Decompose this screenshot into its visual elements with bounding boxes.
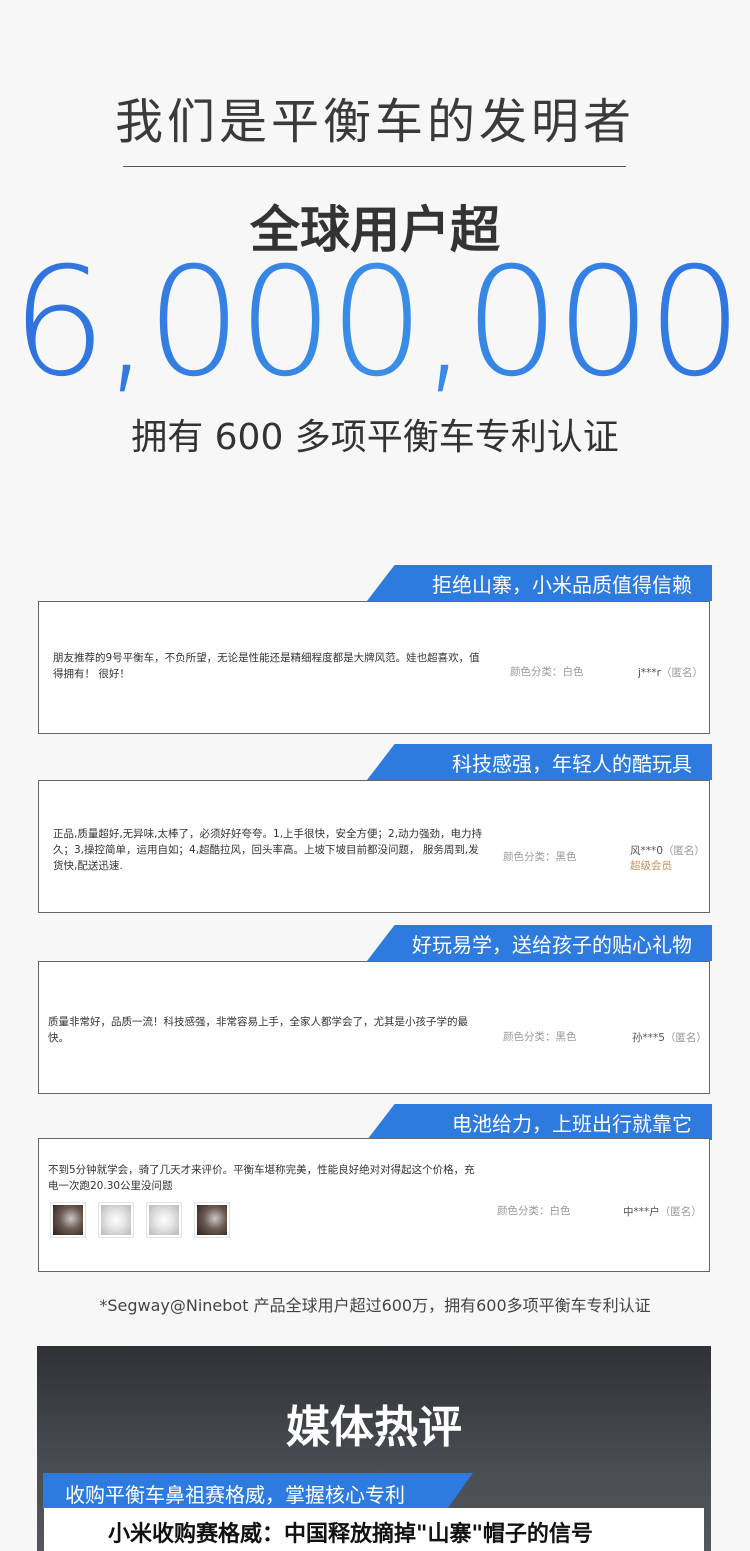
article-headline[interactable]: 小米收购赛格威：中国释放摘掉"山寨"帽子的信号 — [108, 1516, 593, 1548]
review-user: j***r（匿名） — [638, 667, 703, 679]
media-banner-label: 收购平衡车鼻祖赛格威，掌握核心专利 — [65, 1483, 405, 1507]
review-banner-label: 电池给力，上班出行就靠它 — [452, 1112, 692, 1136]
review-photo[interactable] — [50, 1202, 86, 1238]
review-banner: 科技感强，年轻人的酷玩具 — [367, 744, 712, 780]
review-photo[interactable] — [194, 1202, 230, 1238]
review-banner-label: 好玩易学，送给孩子的贴心礼物 — [412, 933, 692, 957]
patent-text: 拥有 600 多项平衡车专利认证 — [131, 417, 619, 458]
review-banner: 拒绝山寨，小米品质值得信赖 — [367, 565, 712, 601]
review-banner: 好玩易学，送给孩子的贴心礼物 — [367, 925, 712, 961]
review-user: 孙***5（匿名） — [632, 1032, 707, 1044]
review-photo[interactable] — [146, 1202, 182, 1238]
hero-title: 我们是平衡车的发明者 — [114, 94, 635, 150]
vip-badge: 超级会员 — [630, 860, 672, 872]
review-color: 颜色分类：白色 — [510, 666, 584, 678]
review-text: 质量非常好，品质一流！科技感强，非常容易上手，全家人都学会了，尤其是小孩子学的最… — [48, 1016, 468, 1044]
media-title: 媒体热评 — [286, 1402, 462, 1453]
review-color: 颜色分类：黑色 — [503, 851, 577, 863]
review-text: 正品,质量超好,无异味,太棒了，必须好好夸夸。1,上手很快，安全方便；2,动力强… — [53, 828, 483, 872]
review-user: 中***户（匿名） — [623, 1206, 702, 1218]
review-text: 不到5分钟就学会，骑了几天才来评价。平衡车堪称完美，性能良好绝对对得起这个价格，… — [48, 1164, 475, 1192]
review-banner: 电池给力，上班出行就靠它 — [367, 1104, 712, 1140]
review-text: 朋友推荐的9号平衡车，不负所望，无论是性能还是精细程度都是大牌风范。娃也超喜欢，… — [53, 652, 480, 680]
review-card — [38, 1138, 710, 1272]
review-user: 风***0（匿名） — [630, 845, 705, 857]
review-banner-label: 科技感强，年轻人的酷玩具 — [452, 752, 692, 776]
media-section: 媒体热评 收购平衡车鼻祖赛格威，掌握核心专利 小米收购赛格威：中国释放摘掉"山寨… — [37, 1346, 711, 1551]
review-color: 颜色分类：白色 — [497, 1205, 571, 1217]
footnote: *Segway@Ninebot 产品全球用户超过600万，拥有600多项平衡车专… — [99, 1296, 651, 1315]
review-photo[interactable] — [98, 1202, 134, 1238]
hero-divider — [123, 166, 626, 167]
user-count: 6,000,000 — [0, 238, 750, 408]
media-article[interactable]: 小米收购赛格威：中国释放摘掉"山寨"帽子的信号 — [44, 1508, 704, 1551]
review-banner-label: 拒绝山寨，小米品质值得信赖 — [432, 573, 692, 597]
media-banner: 收购平衡车鼻祖赛格威，掌握核心专利 — [43, 1473, 473, 1509]
review-color: 颜色分类：黑色 — [503, 1031, 577, 1043]
